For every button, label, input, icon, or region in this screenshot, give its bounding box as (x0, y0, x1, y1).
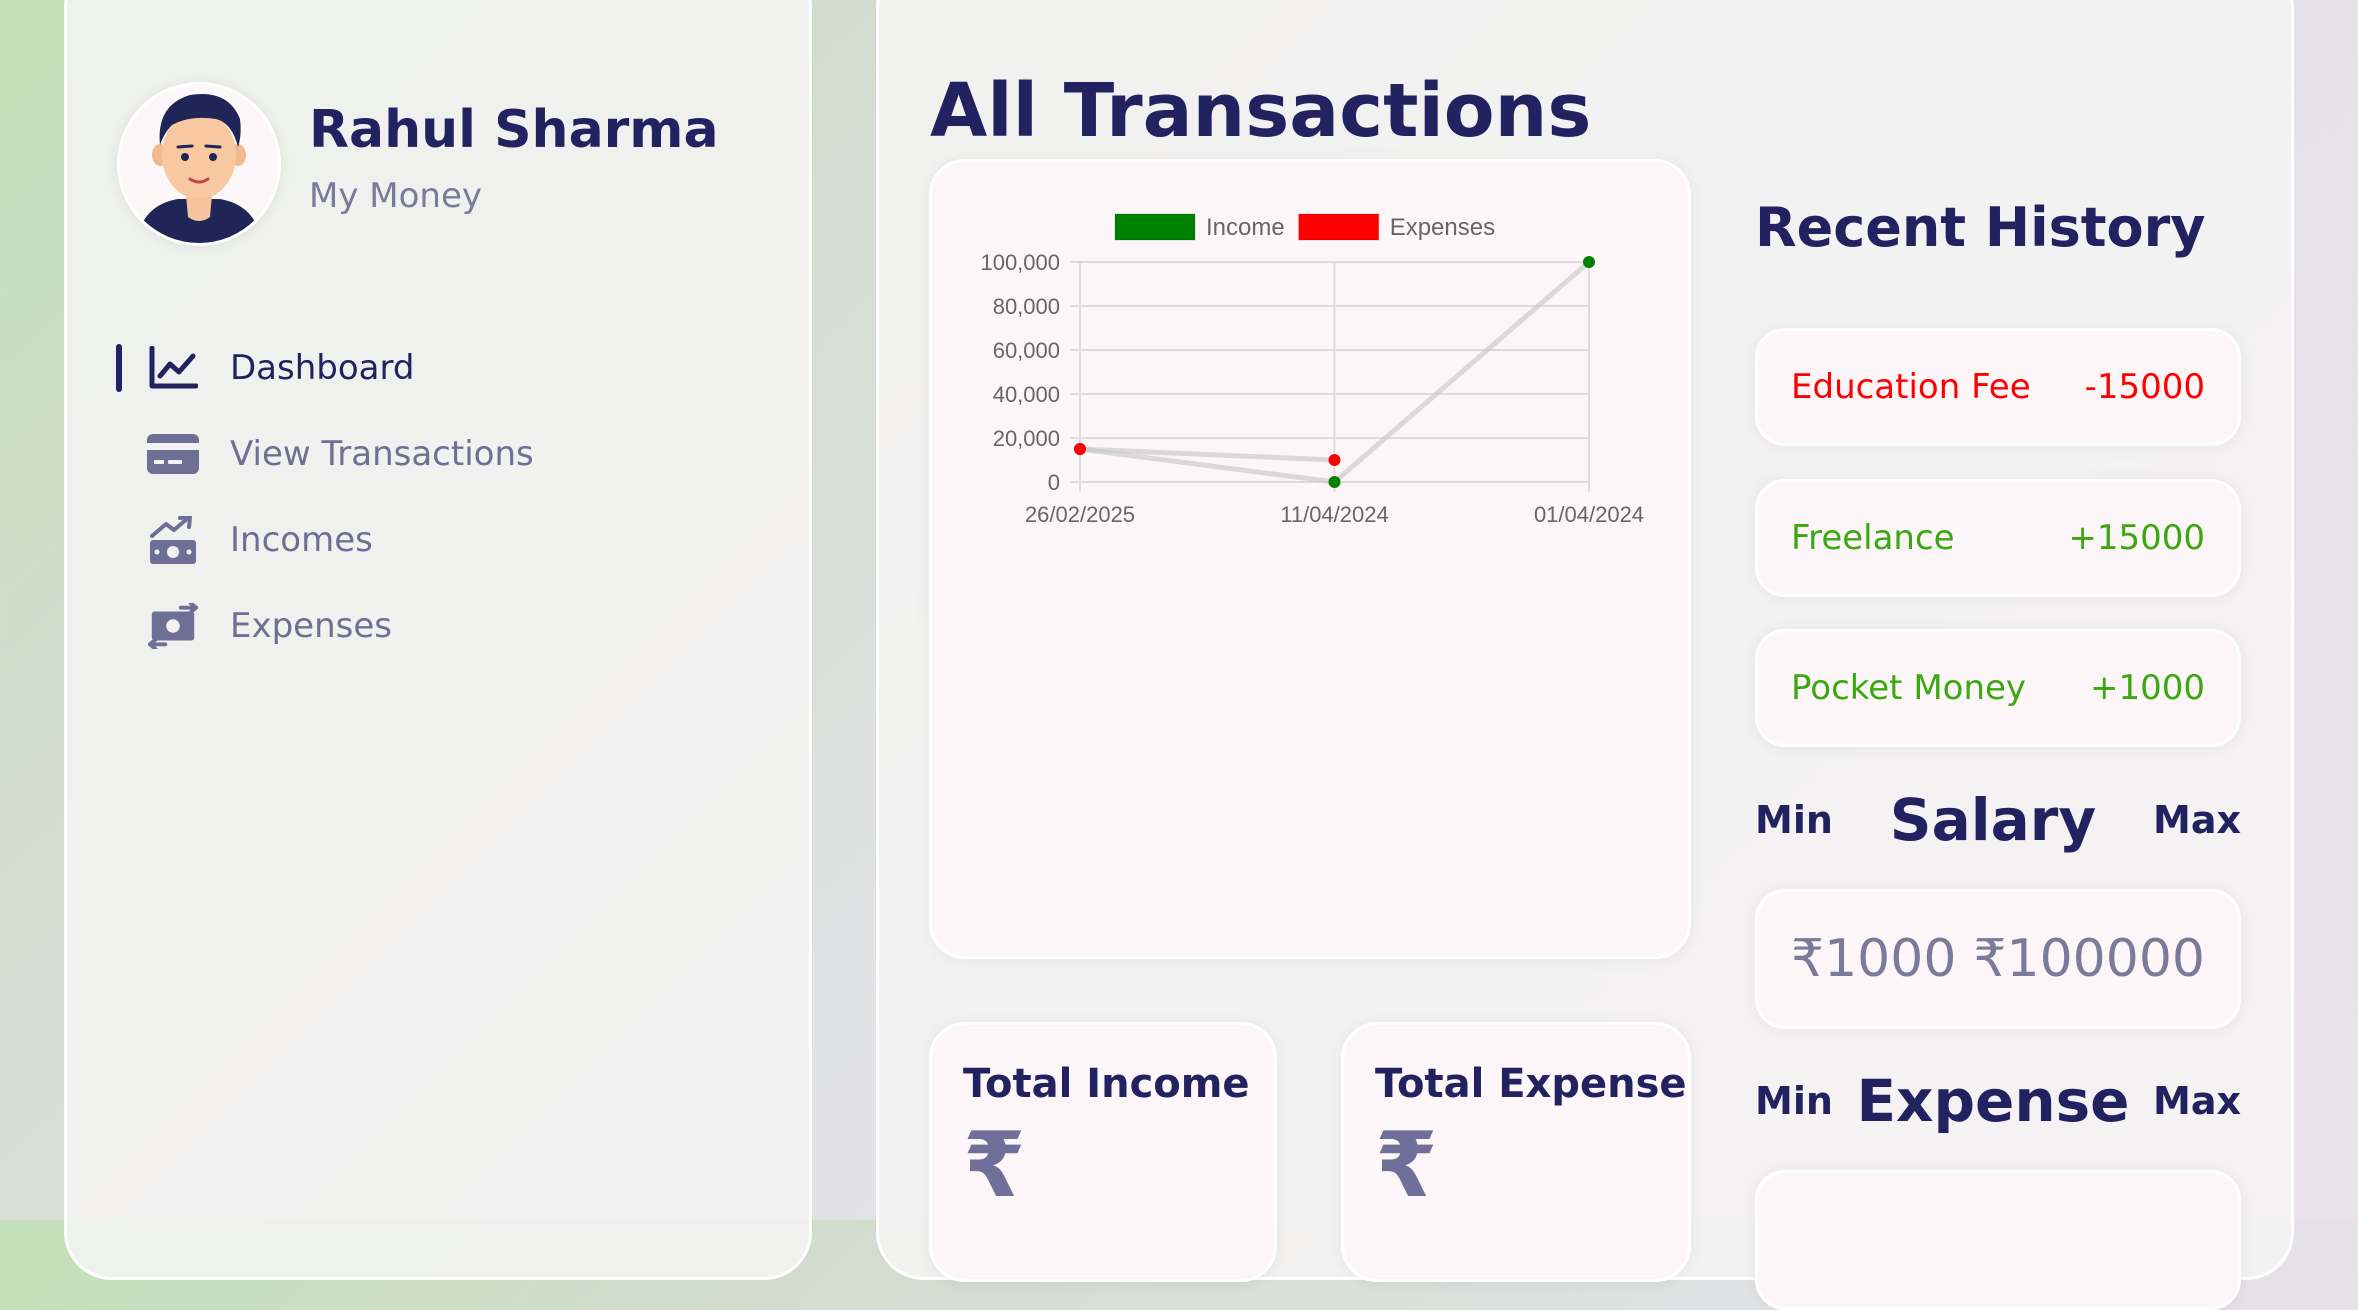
legend-label: Expenses (1390, 214, 1495, 241)
chart-line-icon (146, 341, 200, 395)
y-tick-label: 0 (1048, 470, 1060, 495)
user-name: Rahul Sharma (309, 100, 719, 160)
x-tick-label: 01/04/2024 (1534, 502, 1644, 527)
credit-card-icon (146, 427, 200, 481)
y-tick-label: 80,000 (993, 294, 1060, 319)
salary-min-label: Min (1755, 798, 1833, 842)
sidebar-item-dashboard[interactable]: Dashboard (146, 338, 414, 398)
money-bill-transfer-icon (146, 599, 200, 653)
sidebar-item-incomes[interactable]: Incomes (146, 510, 373, 570)
history-item-label: Pocket Money (1791, 668, 2027, 708)
salary-range-header: Min Salary Max (1755, 785, 2241, 855)
x-tick-label: 11/04/2024 (1280, 502, 1388, 527)
expense-range-values (1755, 1170, 2241, 1310)
history-item: Freelance +15000 (1755, 479, 2241, 597)
history-item: Pocket Money +1000 (1755, 629, 2241, 747)
history-item-amount: -15000 (2084, 367, 2205, 407)
money-bill-trend-up-icon (146, 513, 200, 567)
legend-swatch (1297, 213, 1380, 241)
avatar-illustration (136, 94, 262, 243)
recent-history-title: Recent History (1755, 196, 2206, 259)
expense-max-label: Max (2153, 1079, 2241, 1123)
active-nav-indicator (116, 344, 122, 392)
sidebar-item-label: Incomes (230, 520, 373, 560)
salary-title: Salary (1889, 786, 2097, 854)
legend-label: Income (1206, 214, 1285, 241)
x-tick-label: 26/02/2025 (1025, 502, 1135, 527)
sidebar-item-label: View Transactions (230, 434, 534, 474)
history-item-amount: +1000 (2089, 668, 2205, 708)
salary-max-value: ₹100000 (1973, 929, 2205, 989)
data-point (1583, 256, 1595, 268)
y-tick-label: 20,000 (993, 426, 1060, 451)
data-point (1074, 443, 1086, 455)
y-tick-label: 40,000 (993, 382, 1060, 407)
y-tick-label: 60,000 (993, 338, 1060, 363)
salary-min-value: ₹1000 (1791, 929, 1957, 989)
data-point (1328, 454, 1341, 466)
salary-max-label: Max (2153, 798, 2241, 842)
history-item-label: Education Fee (1791, 367, 2031, 407)
history-item-label: Freelance (1791, 518, 1955, 558)
y-tick-label: 100,000 (980, 250, 1060, 275)
sidebar-item-view-transactions[interactable]: View Transactions (146, 424, 534, 484)
total-income-card: Total Income ₹ (929, 1022, 1277, 1282)
page-title: All Transactions (930, 68, 1592, 154)
user-avatar (117, 82, 281, 246)
sidebar-item-label: Dashboard (230, 348, 415, 388)
salary-range-values: ₹1000 ₹100000 (1755, 889, 2241, 1029)
total-expense-card: Total Expense ₹ (1341, 1022, 1691, 1282)
transactions-line-chart: 100,000 80,000 60,000 40,000 20,000 0 26/02/20… (980, 213, 1644, 527)
history-item: Education Fee -15000 (1755, 328, 2241, 446)
transactions-chart-card: 100,000 80,000 60,000 40,000 20,000 0 26/02/20… (929, 159, 1691, 959)
rupee-icon: ₹ (963, 1113, 1026, 1218)
rupee-icon: ₹ (1375, 1113, 1438, 1218)
expense-title: Expense (1856, 1067, 2130, 1135)
sidebar-item-expenses[interactable]: Expenses (146, 596, 392, 656)
total-expense-title: Total Expense (1375, 1061, 1687, 1107)
expense-min-label: Min (1755, 1079, 1833, 1123)
history-item-amount: +15000 (2068, 518, 2205, 558)
legend-swatch (1114, 213, 1196, 241)
expense-range-header: Min Expense Max (1755, 1066, 2241, 1136)
user-subtitle: My Money (309, 176, 482, 216)
sidebar-item-label: Expenses (230, 606, 392, 646)
total-income-title: Total Income (963, 1061, 1250, 1107)
data-point (1328, 476, 1341, 488)
